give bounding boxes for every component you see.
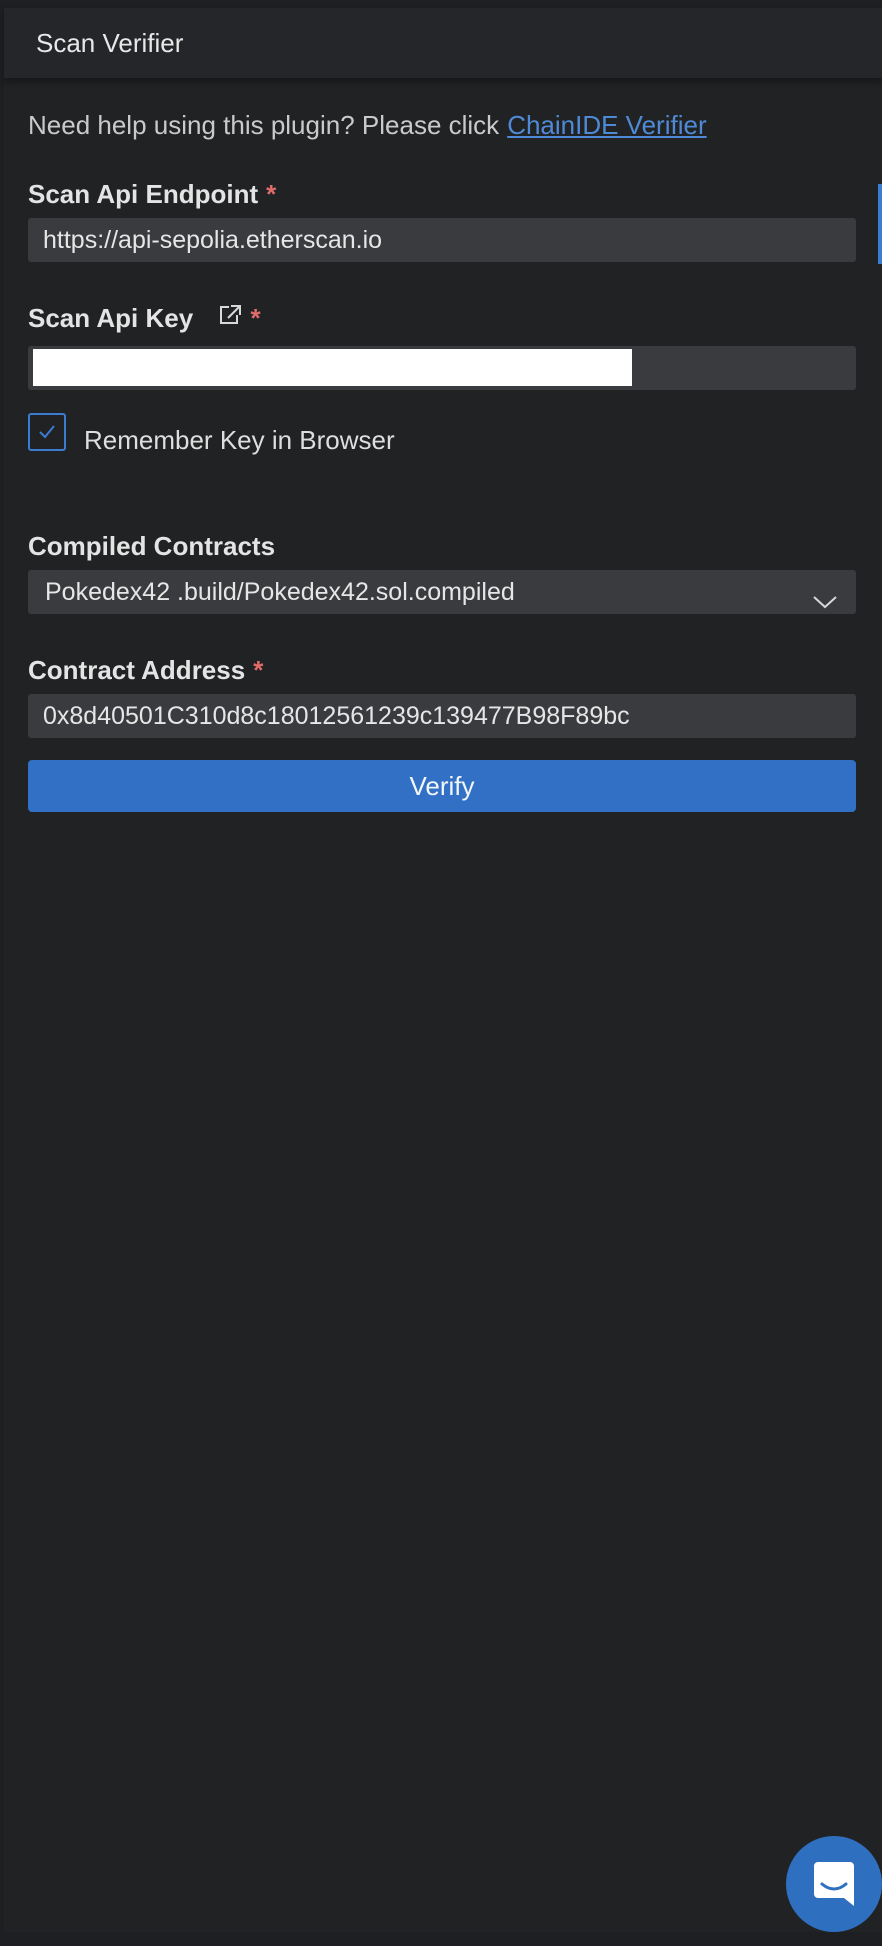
chevron-down-icon: [812, 582, 838, 614]
remember-key-label: Remember Key in Browser: [84, 425, 395, 455]
help-text-line: Need help using this plugin? Please clic…: [28, 108, 707, 142]
panel-header: Scan Verifier: [4, 8, 882, 78]
chat-support-button[interactable]: [786, 1836, 882, 1932]
check-icon: [39, 425, 55, 439]
api-key-label-row: Scan Api Key *: [28, 302, 261, 334]
chainide-verifier-link[interactable]: ChainIDE Verifier: [507, 110, 706, 140]
address-value: 0x8d40501C310d8c18012561239c139477B98F89…: [43, 702, 630, 730]
address-label-row: Contract Address *: [28, 654, 263, 686]
api-key-redacted-value: [33, 349, 632, 386]
compiled-contracts-select[interactable]: Pokedex42 .build/Pokedex42.sol.compiled: [28, 570, 856, 614]
api-key-input[interactable]: [28, 346, 856, 390]
endpoint-label-row: Scan Api Endpoint *: [28, 178, 276, 210]
endpoint-input[interactable]: https://api-sepolia.etherscan.io: [28, 218, 856, 262]
contract-address-input[interactable]: 0x8d40501C310d8c18012561239c139477B98F89…: [28, 694, 856, 738]
api-key-label: Scan Api Key: [28, 303, 194, 333]
scan-verifier-panel: Scan Verifier Need help using this plugi…: [4, 8, 882, 1932]
endpoint-label: Scan Api Endpoint: [28, 179, 259, 209]
contracts-selected-value: Pokedex42 .build/Pokedex42.sol.compiled: [45, 578, 515, 606]
endpoint-value: https://api-sepolia.etherscan.io: [43, 226, 383, 254]
remember-key-checkbox[interactable]: [28, 413, 66, 451]
verify-button[interactable]: Verify: [28, 760, 856, 812]
panel-title: Scan Verifier: [36, 28, 184, 58]
external-link-icon[interactable]: [218, 301, 242, 333]
help-text: Need help using this plugin? Please clic…: [28, 110, 500, 140]
address-label: Contract Address: [28, 655, 246, 685]
chat-bubble-icon: [814, 1862, 854, 1906]
required-asterisk: *: [253, 655, 264, 685]
required-asterisk: *: [250, 303, 261, 333]
contracts-label-row: Compiled Contracts: [28, 530, 275, 562]
required-asterisk: *: [266, 179, 277, 209]
scrollbar-thumb[interactable]: [878, 184, 882, 264]
contracts-label: Compiled Contracts: [28, 531, 276, 561]
